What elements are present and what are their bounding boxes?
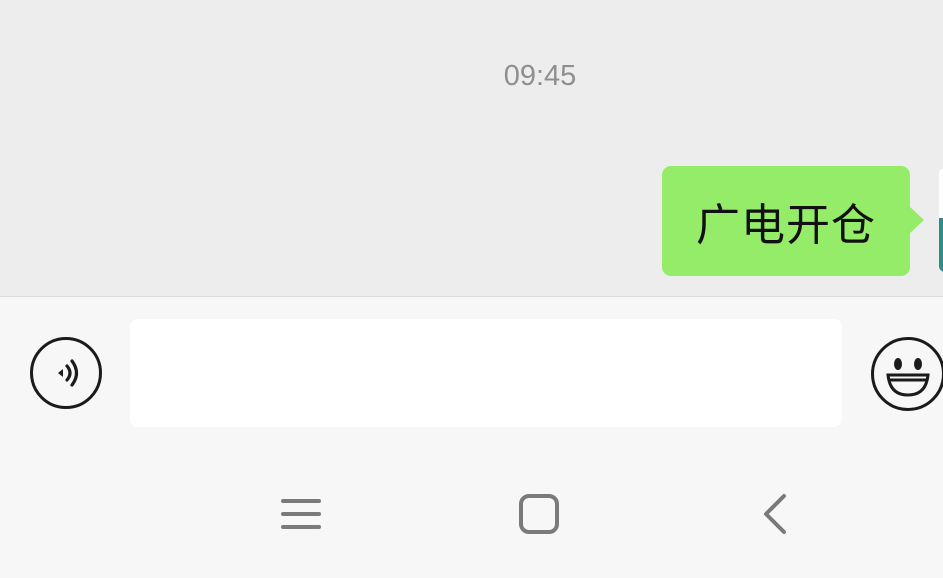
chat-area[interactable]: 09:45 广电开仓: [0, 0, 943, 296]
voice-input-button[interactable]: [30, 337, 102, 409]
message-text: 广电开仓: [696, 200, 876, 251]
input-bar: [0, 296, 943, 446]
emoji-icon: [886, 358, 930, 397]
menu-icon: [281, 499, 321, 529]
message-timestamp: 09:45: [503, 60, 577, 92]
back-icon: [764, 494, 786, 534]
menu-button[interactable]: [271, 484, 331, 544]
voice-input-icon: [58, 359, 79, 387]
bubble-tail: [908, 205, 924, 235]
avatar[interactable]: [939, 168, 943, 272]
emoji-button[interactable]: [871, 337, 943, 411]
home-icon: [519, 494, 559, 534]
message-bubble-self[interactable]: 广电开仓: [662, 166, 910, 276]
home-button[interactable]: [509, 484, 569, 544]
back-button[interactable]: [746, 484, 806, 544]
system-navigation-bar: [0, 446, 943, 578]
message-input[interactable]: [130, 319, 842, 427]
